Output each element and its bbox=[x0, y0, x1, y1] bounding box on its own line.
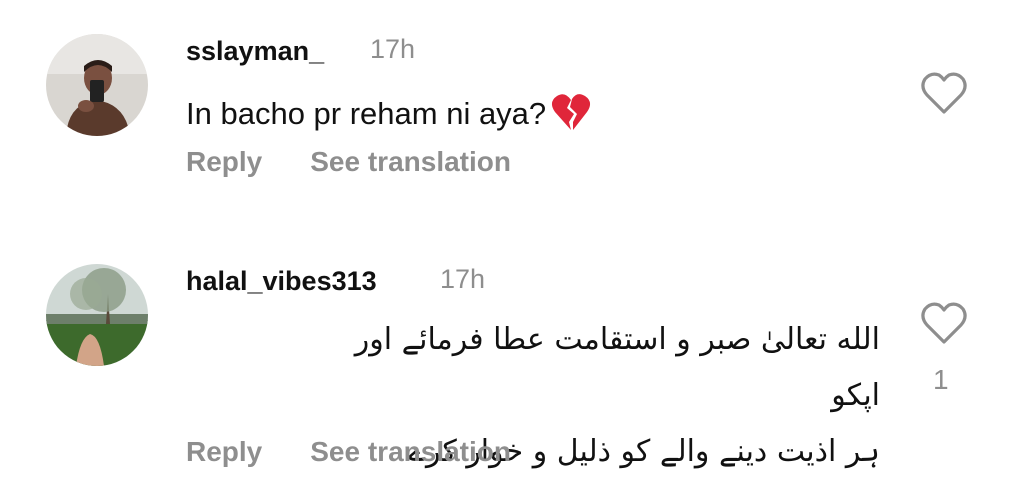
comment-username[interactable]: halal_vibes313 bbox=[186, 266, 377, 297]
comment-item: halal_vibes313 17h الله تعالیٰ صبر و است… bbox=[0, 0, 1024, 491]
like-count: 1 bbox=[933, 364, 949, 395]
heart-outline-icon[interactable] bbox=[920, 300, 968, 346]
comment-timestamp: 17h bbox=[440, 264, 486, 294]
avatar-photo bbox=[46, 264, 148, 366]
reply-button[interactable]: Reply bbox=[186, 436, 262, 467]
avatar[interactable] bbox=[46, 264, 148, 366]
comment-text-line: الله تعالیٰ صبر و استقامت عطا فرمائے اور… bbox=[354, 322, 880, 413]
comment-actions: Reply See translation bbox=[186, 436, 511, 468]
see-translation-button[interactable]: See translation bbox=[310, 436, 511, 467]
